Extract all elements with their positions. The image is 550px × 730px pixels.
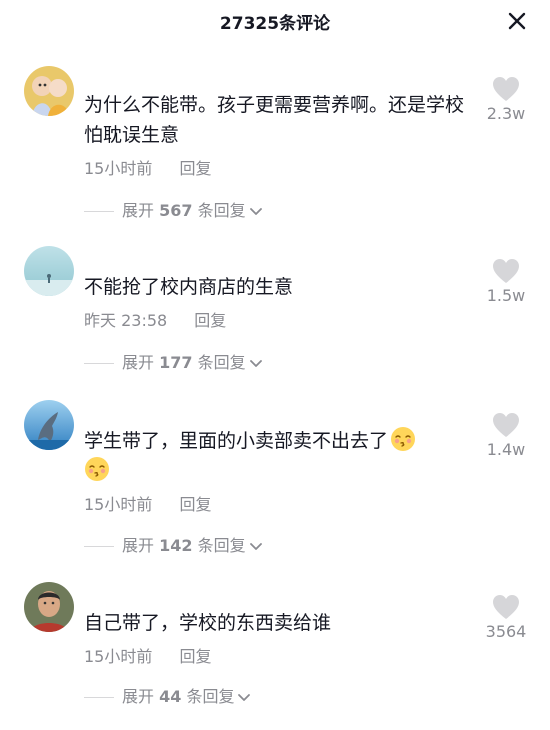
chevron-down-icon: [249, 542, 262, 550]
close-icon: [508, 12, 526, 30]
expand-replies-button[interactable]: 展开 142 条回复: [84, 535, 263, 557]
like-count: 1.5w: [486, 286, 526, 305]
comment-time: 15小时前: [84, 159, 153, 178]
reply-count: 142: [159, 536, 193, 555]
reply-button[interactable]: 回复: [194, 310, 226, 332]
like-button[interactable]: 1.4w: [476, 412, 536, 459]
reply-button[interactable]: 回复: [179, 494, 211, 516]
avatar[interactable]: [24, 400, 74, 450]
expand-replies-button[interactable]: 展开 567 条回复: [84, 200, 263, 222]
chevron-down-icon: [249, 359, 262, 367]
comment-time: 15小时前: [84, 495, 153, 514]
divider: [84, 697, 114, 698]
expand-prefix: 展开: [122, 687, 155, 706]
reply-count: 567: [159, 201, 193, 220]
heart-icon: [493, 259, 519, 283]
expand-prefix: 展开: [122, 536, 155, 555]
chevron-down-icon: [249, 207, 262, 215]
expand-suffix: 条回复: [186, 687, 235, 706]
comment-count-title: 27325条评论: [219, 14, 331, 34]
expand-suffix: 条回复: [197, 201, 246, 220]
like-count: 3564: [485, 622, 527, 641]
like-button[interactable]: 1.5w: [476, 258, 536, 305]
heart-icon: [493, 595, 519, 619]
expand-replies-button[interactable]: 展开 44 条回复: [84, 686, 251, 708]
kissing-face-emoji: [391, 427, 416, 451]
comment-text: 为什么不能带。孩子更需要营养啊。还是学校怕耽误生意: [84, 94, 465, 146]
heart-icon: [493, 413, 519, 437]
divider: [84, 211, 114, 212]
expand-prefix: 展开: [122, 353, 155, 372]
close-button[interactable]: [504, 8, 530, 34]
comment-text: 学生带了，里面的小卖部卖不出去了: [84, 426, 474, 486]
reply-button[interactable]: 回复: [179, 158, 211, 180]
like-count: 1.4w: [486, 440, 526, 459]
like-button[interactable]: 3564: [476, 594, 536, 641]
like-button[interactable]: 2.3w: [476, 76, 536, 123]
comment-time: 昨天 23:58: [84, 311, 168, 330]
expand-suffix: 条回复: [197, 536, 246, 555]
heart-icon: [493, 77, 519, 101]
avatar[interactable]: [24, 582, 74, 632]
reply-button[interactable]: 回复: [179, 646, 211, 668]
reply-count: 44: [159, 687, 182, 706]
expand-prefix: 展开: [122, 201, 155, 220]
expand-replies-button[interactable]: 展开 177 条回复: [84, 352, 263, 374]
avatar[interactable]: [24, 246, 74, 296]
reply-count: 177: [159, 353, 193, 372]
kissing-face-emoji: [85, 457, 109, 481]
comment-text: 自己带了，学校的东西卖给谁: [84, 612, 332, 634]
comments-header: 27325条评论: [0, 0, 550, 44]
divider: [84, 363, 114, 364]
like-count: 2.3w: [486, 104, 526, 123]
divider: [84, 546, 114, 547]
comment-time: 15小时前: [84, 647, 153, 666]
avatar[interactable]: [24, 66, 74, 116]
expand-suffix: 条回复: [197, 353, 246, 372]
comment-text-body: 学生带了，里面的小卖部卖不出去了: [84, 430, 389, 452]
comment-text: 不能抢了校内商店的生意: [84, 276, 294, 298]
chevron-down-icon: [238, 693, 251, 701]
